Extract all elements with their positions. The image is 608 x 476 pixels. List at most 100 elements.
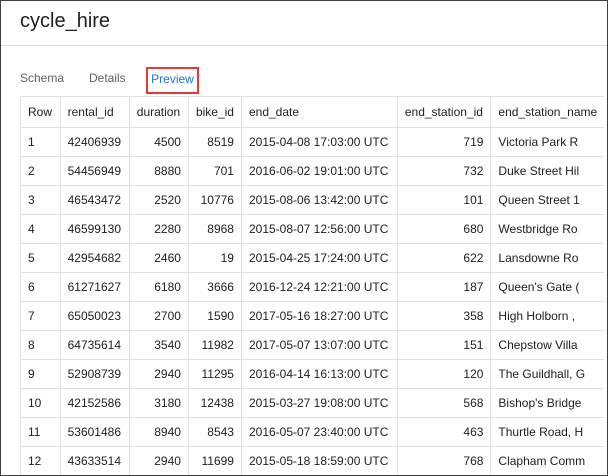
table-cell: 42954682: [60, 243, 130, 273]
table-cell: Queen Street 1: [490, 185, 607, 215]
table-cell: Queen's Gate (: [490, 272, 607, 302]
table-cell: 2016-12-24 12:21:00 UTC: [241, 272, 398, 302]
table-cell: 732: [397, 156, 492, 186]
table-cell: 64735614: [60, 330, 130, 360]
column-header: end_station_id: [397, 96, 492, 128]
table-cell: 8: [21, 330, 61, 360]
table-row: 10 42152586 3180 12438 2015-03-27 19:08:00 U…: [21, 388, 607, 418]
table-row: 2 54456949 8880 701 2016-06-02 19:01:00 UTC 7…: [21, 156, 607, 186]
table-cell: 1590: [188, 301, 242, 331]
table-cell: 7: [21, 301, 61, 331]
table-row: 5 42954682 2460 19 2015-04-25 17:24:00 UTC 62…: [21, 243, 607, 273]
table-row: 3 46543472 2520 10776 2015-08-06 13:42:00 UT…: [21, 185, 607, 215]
table-cell: 3180: [129, 388, 189, 418]
table-cell: 5: [21, 243, 61, 273]
table-cell: 120: [397, 359, 492, 389]
table-cell: 65050023: [60, 301, 130, 331]
table-title: cycle_hire: [20, 10, 111, 32]
column-header: Row: [21, 96, 61, 128]
table-cell: 54456949: [60, 156, 130, 186]
table-cell: 2940: [129, 359, 189, 389]
title-divider: [1, 45, 607, 46]
table-cell: 42406939: [60, 127, 130, 157]
table-cell: 358: [397, 301, 492, 331]
table-cell: 8543: [188, 417, 242, 447]
table-cell: 11295: [188, 359, 242, 389]
table-cell: 2017-05-16 18:27:00 UTC: [241, 301, 398, 331]
table-cell: 2016-04-14 16:13:00 UTC: [241, 359, 398, 389]
table-cell: 2016-05-07 23:40:00 UTC: [241, 417, 398, 447]
table-cell: 6180: [129, 272, 189, 302]
table-cell: 2940: [129, 446, 189, 475]
table-cell: 463: [397, 417, 492, 447]
table-cell: Westbridge Ro: [490, 214, 607, 244]
table-cell: 8968: [188, 214, 242, 244]
table-cell: 1: [21, 127, 61, 157]
table-cell: Clapham Comm: [490, 446, 607, 475]
table-cell: 46599130: [60, 214, 130, 244]
table-cell: 2015-08-06 13:42:00 UTC: [241, 185, 398, 215]
table-cell: 11: [21, 417, 61, 447]
table-cell: 2280: [129, 214, 189, 244]
table-row: 11 53601486 8940 8543 2016-05-07 23:40:00 UT…: [21, 417, 607, 447]
table-cell: 101: [397, 185, 492, 215]
preview-table: Row rental_id duration bike_id end_date …: [21, 96, 607, 475]
table-cell: 2520: [129, 185, 189, 215]
table-cell: 2015-04-25 17:24:00 UTC: [241, 243, 398, 273]
table-cell: 42152586: [60, 388, 130, 418]
table-cell: 3540: [129, 330, 189, 360]
table-cell: 12438: [188, 388, 242, 418]
table-cell: 3: [21, 185, 61, 215]
table-cell: 52908739: [60, 359, 130, 389]
table-cell: 2016-06-02 19:01:00 UTC: [241, 156, 398, 186]
table-cell: Thurtle Road, H: [490, 417, 607, 447]
table-cell: 9: [21, 359, 61, 389]
table-cell: 768: [397, 446, 492, 475]
table-row: 4 46599130 2280 8968 2015-08-07 12:56:00 UTC…: [21, 214, 607, 244]
table-cell: 3666: [188, 272, 242, 302]
table-row: 9 52908739 2940 11295 2016-04-14 16:13:00 UT…: [21, 359, 607, 389]
table-cell: 2015-08-07 12:56:00 UTC: [241, 214, 398, 244]
table-row: 7 65050023 2700 1590 2017-05-16 18:27:00 UTC…: [21, 301, 607, 331]
table-cell: 6: [21, 272, 61, 302]
table-cell: 4: [21, 214, 61, 244]
column-header: bike_id: [188, 96, 242, 128]
table-cell: 46543472: [60, 185, 130, 215]
table-cell: 701: [188, 156, 242, 186]
column-header: end_date: [241, 96, 398, 128]
table-cell: 622: [397, 243, 492, 273]
tab-details[interactable]: Details: [89, 67, 129, 94]
table-cell: 2015-04-08 17:03:00 UTC: [241, 127, 398, 157]
table-cell: 2015-03-27 19:08:00 UTC: [241, 388, 398, 418]
table-cell: 187: [397, 272, 492, 302]
table-cell: 12: [21, 446, 61, 475]
table-row: 8 64735614 3540 11982 2017-05-07 13:07:00 UT…: [21, 330, 607, 360]
table-row: 12 43633514 2940 11699 2015-05-18 18:59:00 U…: [21, 446, 607, 475]
table-cell: 719: [397, 127, 492, 157]
table-cell: 8519: [188, 127, 242, 157]
table-cell: 8940: [129, 417, 189, 447]
vertical-scrollbar[interactable]: [604, 95, 607, 475]
table-cell: Bishop's Bridge: [490, 388, 607, 418]
column-header: rental_id: [60, 96, 130, 128]
tab-schema[interactable]: Schema: [20, 67, 68, 94]
preview-table-container: Row rental_id duration bike_id end_date …: [20, 96, 607, 475]
table-cell: Chepstow Villa: [490, 330, 607, 360]
table-cell: 568: [397, 388, 492, 418]
table-cell: 43633514: [60, 446, 130, 475]
table-cell: 61271627: [60, 272, 130, 302]
table-cell: 4500: [129, 127, 189, 157]
table-cell: High Holborn ,: [490, 301, 607, 331]
table-row: 6 61271627 6180 3666 2016-12-24 12:21:00 UTC…: [21, 272, 607, 302]
table-cell: 680: [397, 214, 492, 244]
table-cell: 2: [21, 156, 61, 186]
table-details-panel: cycle_hire Schema Details Preview Row re…: [0, 0, 608, 476]
table-cell: 19: [188, 243, 242, 273]
table-cell: 53601486: [60, 417, 130, 447]
table-header-row: Row rental_id duration bike_id end_date …: [21, 96, 607, 128]
tab-preview[interactable]: Preview: [146, 67, 199, 94]
table-cell: 8880: [129, 156, 189, 186]
table-body: 1 42406939 4500 8519 2015-04-08 17:03:00 UTC…: [21, 127, 607, 475]
tab-bar: Schema Details Preview: [1, 67, 607, 95]
table-cell: Duke Street Hil: [490, 156, 607, 186]
